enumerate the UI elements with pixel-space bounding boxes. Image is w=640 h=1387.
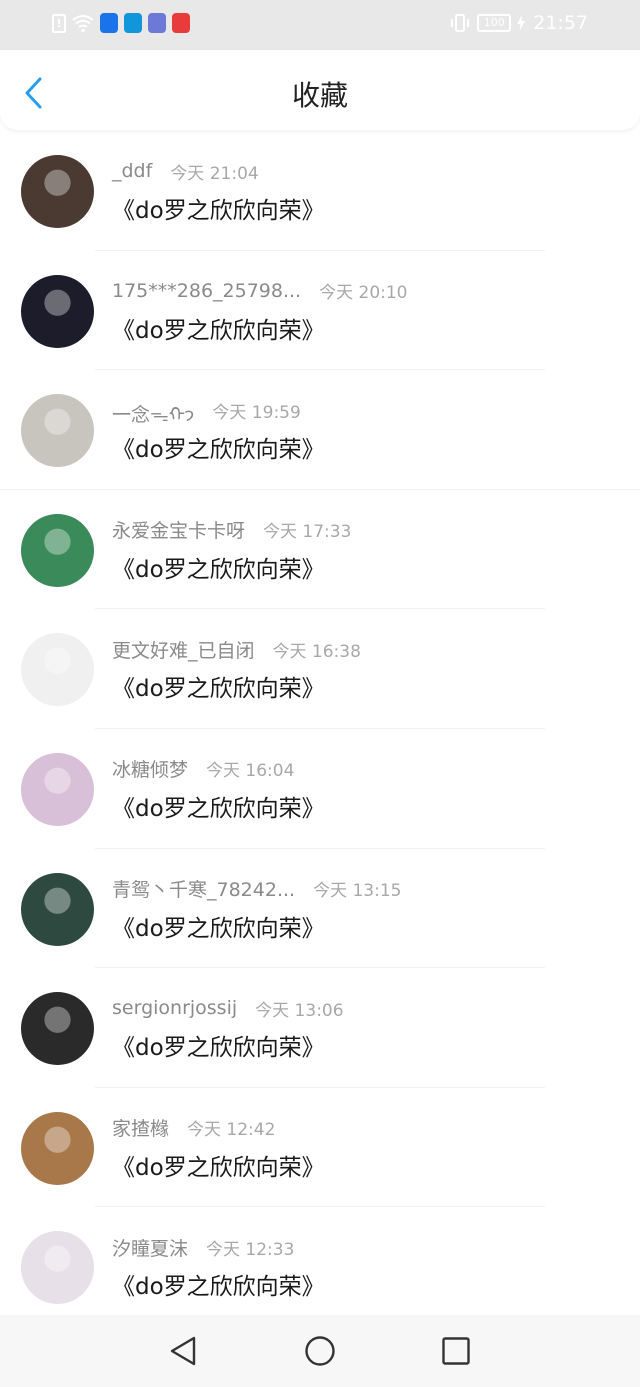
favorite-content[interactable]: 《do罗之欣欣向荣》 — [112, 1028, 325, 1062]
favorite-content[interactable]: 《do罗之欣欣向荣》 — [112, 430, 325, 464]
username[interactable]: 青鸳丶千寒_78242... — [112, 875, 295, 902]
item-meta: 175***286_25798... 今天 20:10 — [112, 278, 408, 304]
list-item[interactable]: 一念ᯓᡣ𐭩 今天 19:59 《do罗之欣欣向荣》 — [0, 370, 640, 490]
list-item[interactable]: 冰糖倾梦 今天 16:04 《do罗之欣欣向荣》 — [0, 729, 640, 849]
search-app-icon — [124, 13, 142, 33]
warning-icon: ! — [52, 13, 66, 33]
timestamp: 今天 13:15 — [313, 881, 402, 902]
username[interactable]: sergionrjossij — [112, 997, 237, 1019]
username[interactable]: _ddf — [112, 160, 152, 182]
avatar[interactable] — [21, 1231, 94, 1305]
favorite-content[interactable]: 《do罗之欣欣向荣》 — [112, 789, 325, 823]
list-item[interactable]: 永爱金宝卡卡呀 今天 17:33 《do罗之欣欣向荣》 — [0, 490, 640, 610]
avatar[interactable] — [21, 155, 94, 228]
username[interactable]: 冰糖倾梦 — [112, 755, 188, 782]
item-meta: 永爱金宝卡卡呀 今天 17:33 — [112, 517, 351, 543]
list-item[interactable]: 更文好难_已自闭 今天 16:38 《do罗之欣欣向荣》 — [0, 609, 640, 729]
huawei-app-icon — [172, 13, 190, 33]
favorites-list: _ddf 今天 21:04 《do罗之欣欣向荣》 175***286_25798… — [0, 131, 640, 1327]
item-meta: sergionrjossij 今天 13:06 — [112, 995, 344, 1021]
page-title: 收藏 — [291, 79, 348, 112]
timestamp: 今天 16:38 — [272, 641, 361, 662]
avatar[interactable] — [21, 872, 94, 946]
item-meta: 青鸳丶千寒_78242... 今天 13:15 — [112, 876, 401, 902]
favorite-content[interactable]: 《do罗之欣欣向荣》 — [112, 1267, 325, 1301]
navigation-bar — [0, 1315, 640, 1387]
item-meta: 更文好难_已自闭 今天 16:38 — [112, 636, 361, 662]
favorite-content[interactable]: 《do罗之欣欣向荣》 — [112, 1148, 325, 1182]
nav-recent-icon[interactable] — [440, 1335, 472, 1367]
favorite-content[interactable]: 《do罗之欣欣向荣》 — [112, 550, 325, 584]
favorite-content[interactable]: 《do罗之欣欣向荣》 — [112, 909, 325, 943]
favorite-content[interactable]: 《do罗之欣欣向荣》 — [112, 669, 325, 703]
list-item[interactable]: 家揸橼 今天 12:42 《do罗之欣欣向荣》 — [0, 1088, 640, 1208]
timestamp: 今天 12:42 — [187, 1120, 276, 1141]
username[interactable]: 更文好难_已自闭 — [112, 636, 255, 663]
avatar[interactable] — [21, 513, 94, 587]
timestamp: 今天 20:10 — [319, 283, 408, 304]
vibrate-icon — [451, 14, 470, 32]
item-meta: 家揸橼 今天 12:42 — [112, 1115, 275, 1141]
item-meta: 冰糖倾梦 今天 16:04 — [112, 756, 294, 782]
status-left: ! — [52, 13, 190, 33]
avatar[interactable] — [21, 633, 94, 707]
avatar[interactable] — [21, 752, 94, 826]
favorite-content[interactable]: 《do罗之欣欣向荣》 — [112, 311, 325, 345]
username[interactable]: 永爱金宝卡卡呀 — [112, 516, 245, 543]
timestamp: 今天 12:33 — [206, 1239, 295, 1260]
music-app-icon — [148, 13, 166, 33]
list-item[interactable]: _ddf 今天 21:04 《do罗之欣欣向荣》 — [0, 131, 640, 251]
nav-back-icon[interactable] — [168, 1335, 200, 1367]
timestamp: 今天 17:33 — [263, 522, 352, 543]
username[interactable]: 175***286_25798... — [112, 280, 301, 302]
item-meta: 汐瞳夏沫 今天 12:33 — [112, 1234, 294, 1260]
avatar[interactable] — [21, 394, 94, 468]
battery-icon: 100 — [477, 14, 512, 32]
nav-home-icon[interactable] — [304, 1335, 336, 1367]
avatar[interactable] — [21, 1111, 94, 1185]
status-time: 21:57 — [533, 12, 588, 34]
username[interactable]: 汐瞳夏沫 — [112, 1234, 188, 1261]
list-item[interactable]: 汐瞳夏沫 今天 12:33 《do罗之欣欣向荣》 — [0, 1207, 640, 1327]
list-item[interactable]: 175***286_25798... 今天 20:10 《do罗之欣欣向荣》 — [0, 251, 640, 371]
avatar[interactable] — [21, 992, 94, 1066]
timestamp: 今天 13:06 — [255, 1000, 344, 1021]
status-right: 100 21:57 — [449, 11, 588, 35]
charging-icon — [517, 15, 526, 31]
item-meta: 一念ᯓᡣ𐭩 今天 19:59 — [112, 397, 301, 426]
wifi-icon — [72, 15, 94, 33]
username[interactable]: 家揸橼 — [112, 1114, 169, 1141]
timestamp: 今天 19:59 — [212, 402, 301, 423]
username[interactable]: 一念ᯓᡣ𐭩 — [112, 393, 194, 428]
status-bar: ! 100 21:57 — [0, 0, 640, 50]
favorite-content[interactable]: 《do罗之欣欣向荣》 — [112, 191, 325, 225]
list-item[interactable]: 青鸳丶千寒_78242... 今天 13:15 《do罗之欣欣向荣》 — [0, 849, 640, 969]
timestamp: 今天 16:04 — [206, 761, 295, 782]
item-meta: _ddf 今天 21:04 — [112, 158, 259, 184]
avatar[interactable] — [21, 274, 94, 348]
app-icon — [100, 13, 118, 33]
list-item[interactable]: sergionrjossij 今天 13:06 《do罗之欣欣向荣》 — [0, 968, 640, 1088]
timestamp: 今天 21:04 — [170, 163, 259, 184]
header: 收藏 — [0, 50, 640, 130]
